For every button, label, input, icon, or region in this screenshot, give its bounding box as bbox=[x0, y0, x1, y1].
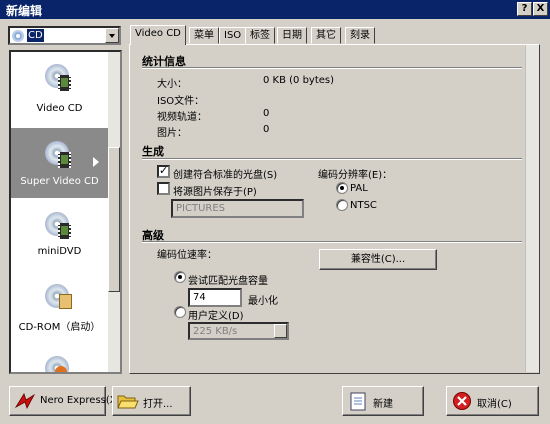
custom-bitrate-select[interactable]: 225 KB/s bbox=[188, 322, 289, 340]
list-item-video-cd[interactable]: Video CD bbox=[11, 58, 108, 130]
chevron-right-icon bbox=[93, 157, 99, 167]
minidvd-icon bbox=[45, 212, 73, 242]
help-button[interactable]: ? bbox=[517, 2, 532, 16]
new-button[interactable]: 新建 bbox=[342, 386, 424, 416]
list-item-label: miniDVD bbox=[37, 246, 82, 257]
pal-label: PAL bbox=[350, 183, 368, 194]
project-list: Video CD Super Video CD miniDVD CD-ROM（启… bbox=[9, 50, 122, 374]
pictures-value: 0 bbox=[263, 124, 270, 135]
new-document-icon bbox=[347, 391, 369, 411]
divider bbox=[142, 158, 522, 160]
title-bar: 新编辑 ? X bbox=[0, 0, 550, 19]
list-item-label: Video CD bbox=[36, 103, 83, 114]
list-item-minidvd[interactable]: miniDVD bbox=[11, 202, 108, 274]
compatibility-button[interactable]: 兼容性(C)... bbox=[319, 249, 437, 270]
save-source-pictures-checkbox[interactable] bbox=[157, 182, 170, 195]
pictures-folder-input[interactable]: PICTURES bbox=[171, 199, 304, 218]
folder-open-icon bbox=[117, 391, 139, 411]
chevron-down-icon[interactable] bbox=[105, 28, 119, 43]
divider bbox=[142, 67, 522, 69]
list-scrollbar-thumb[interactable] bbox=[108, 147, 120, 292]
tab-iso[interactable]: ISO bbox=[219, 27, 247, 44]
list-item-cd-rom-boot[interactable]: CD-ROM（启动） bbox=[11, 272, 108, 344]
create-standard-disc-checkbox[interactable] bbox=[157, 164, 170, 178]
custom-bitrate-radio[interactable] bbox=[174, 306, 186, 318]
panel-scrollbar[interactable] bbox=[525, 45, 539, 372]
cancel-button[interactable]: 取消(C) bbox=[446, 386, 539, 416]
pictures-label: 图片： bbox=[157, 128, 187, 139]
generate-heading: 生成 bbox=[142, 145, 164, 158]
super-video-cd-icon bbox=[45, 141, 73, 171]
nero-logo-icon bbox=[14, 391, 36, 411]
tab-misc[interactable]: 其它 bbox=[311, 27, 341, 44]
divider bbox=[142, 241, 522, 243]
tab-burn[interactable]: 刻录 bbox=[345, 27, 375, 44]
ntsc-label: NTSC bbox=[350, 200, 377, 211]
nero-express-label: Nero Express(X) bbox=[40, 395, 121, 406]
minimize-label: 最小化 bbox=[248, 296, 278, 307]
video-cd-icon bbox=[45, 64, 73, 94]
pal-radio[interactable] bbox=[336, 182, 348, 194]
open-label: 打开... bbox=[143, 399, 173, 410]
open-button[interactable]: 打开... bbox=[112, 386, 191, 416]
disc-type-select[interactable]: CD bbox=[8, 26, 121, 45]
size-label: 大小： bbox=[157, 79, 187, 90]
capacity-input[interactable]: 74 bbox=[188, 288, 242, 307]
create-standard-disc-label: 创建符合标准的光盘(S) bbox=[173, 170, 278, 181]
save-source-pictures-label: 将源图片保存于(P) bbox=[173, 187, 257, 198]
tab-video-cd[interactable]: Video CD bbox=[130, 25, 186, 45]
cd-icon bbox=[12, 30, 24, 42]
fit-disc-capacity-radio[interactable] bbox=[174, 271, 186, 283]
nero-express-button[interactable]: Nero Express(X) bbox=[9, 386, 121, 416]
size-value: 0 KB (0 bytes) bbox=[263, 75, 335, 86]
list-scrollbar[interactable] bbox=[108, 52, 120, 372]
chevron-down-icon[interactable] bbox=[274, 324, 287, 338]
fit-disc-capacity-label: 尝试匹配光盘容量 bbox=[188, 276, 268, 287]
list-item-more[interactable] bbox=[11, 348, 108, 372]
video-tracks-label: 视频轨道： bbox=[157, 112, 207, 123]
list-item-label: Super Video CD bbox=[20, 176, 99, 187]
tab-label[interactable]: 标签 bbox=[245, 27, 275, 44]
video-tracks-value: 0 bbox=[263, 108, 270, 119]
custom-bitrate-value: 225 KB/s bbox=[193, 326, 238, 337]
window-title: 新编辑 bbox=[6, 4, 43, 18]
iso-label: ISO文件： bbox=[157, 96, 205, 107]
list-item-label: CD-ROM（启动） bbox=[18, 322, 101, 333]
encoding-resolution-label: 编码分辨率(E)： bbox=[318, 170, 393, 181]
new-label: 新建 bbox=[373, 399, 393, 410]
close-button[interactable]: X bbox=[533, 2, 548, 16]
ntsc-radio[interactable] bbox=[336, 199, 348, 211]
cancel-label: 取消(C) bbox=[477, 399, 512, 410]
disc-icon bbox=[45, 356, 73, 372]
boot-cd-icon bbox=[45, 284, 73, 314]
list-item-super-video-cd[interactable]: Super Video CD bbox=[11, 128, 108, 198]
tab-menu[interactable]: 菜单 bbox=[189, 27, 219, 44]
bitrate-label: 编码位速率： bbox=[157, 250, 217, 261]
tab-date[interactable]: 日期 bbox=[277, 27, 307, 44]
custom-bitrate-label: 用户定义(D) bbox=[188, 311, 244, 322]
cancel-icon bbox=[451, 391, 473, 411]
disc-type-value: CD bbox=[27, 29, 44, 42]
